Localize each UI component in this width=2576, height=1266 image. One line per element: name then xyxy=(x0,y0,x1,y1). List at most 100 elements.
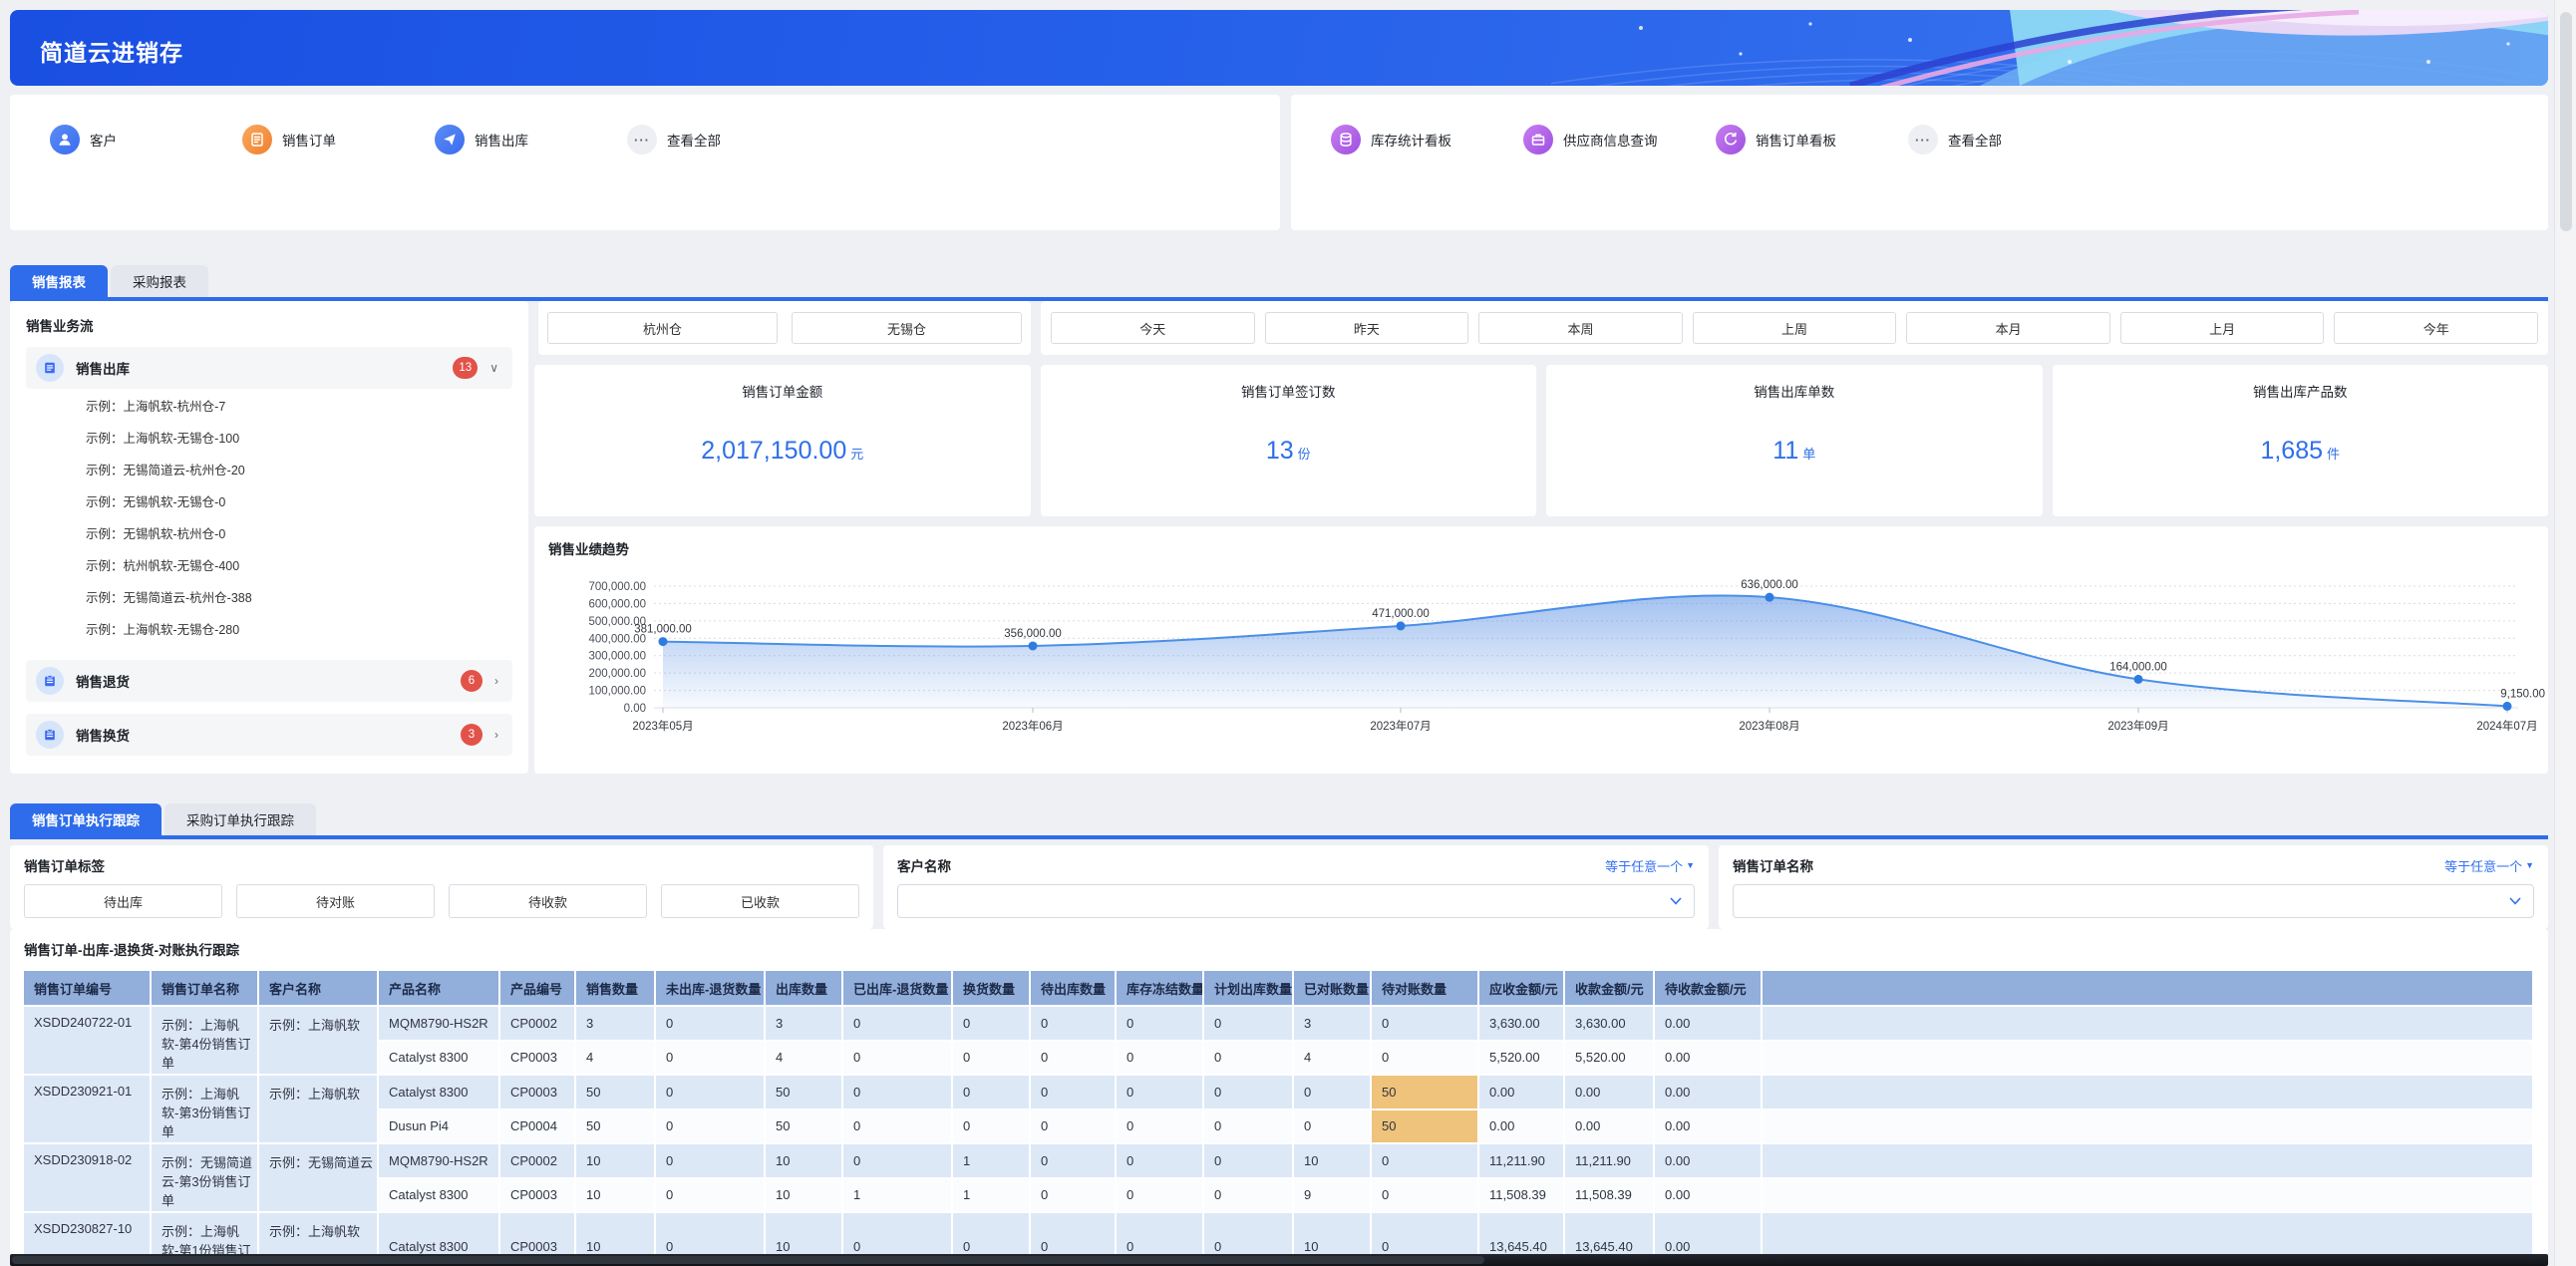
data-point xyxy=(1766,593,1774,602)
column-header: 已出库-退货数量 xyxy=(843,971,953,1007)
list-item[interactable]: 示例：上海帆软-杭州仓-7 xyxy=(26,391,512,423)
tab-purchase-report[interactable]: 采购报表 xyxy=(111,265,208,297)
warehouse-filter-button[interactable]: 杭州仓 xyxy=(547,312,778,344)
date-filter-button[interactable]: 今天 xyxy=(1051,312,1255,344)
horizontal-scrollbar[interactable] xyxy=(10,1254,2548,1266)
tab-sales-report[interactable]: 销售报表 xyxy=(10,265,108,297)
scrollbar-thumb[interactable] xyxy=(12,1256,1484,1264)
table-cell: 10 xyxy=(766,1179,843,1214)
date-filter-button[interactable]: 上周 xyxy=(1693,312,1897,344)
vertical-scrollbar[interactable] xyxy=(2554,0,2576,1266)
table-cell: 0 xyxy=(656,1179,766,1214)
operator-dropdown[interactable]: 等于任意一个▼ xyxy=(1605,856,1695,875)
table-cell: 50 xyxy=(1372,1076,1479,1110)
column-header: 出库数量 xyxy=(766,971,843,1007)
clipboard-icon xyxy=(36,667,64,695)
order-tag-button[interactable]: 已收款 xyxy=(661,884,859,918)
order-tracking-table: 销售订单编号销售订单名称客户名称产品名称产品编号销售数量未出库-退货数量出库数量… xyxy=(24,971,2534,1266)
tab-purchase-order-tracking[interactable]: 采购订单执行跟踪 xyxy=(164,803,316,835)
clipboard-icon xyxy=(36,721,64,749)
table-cell: 0 xyxy=(1204,1110,1294,1145)
list-item[interactable]: 示例：上海帆软-无锡仓-280 xyxy=(26,614,512,646)
list-item[interactable]: 示例：上海帆软-无锡仓-100 xyxy=(26,423,512,455)
table-cell: 10 xyxy=(766,1144,843,1179)
tab-sales-order-tracking[interactable]: 销售订单执行跟踪 xyxy=(10,803,161,835)
kpi-value: 1,685 xyxy=(2260,437,2323,466)
nav-item-inventory-dashboard[interactable]: 库存统计看板 xyxy=(1331,125,1523,155)
chevron-down-icon[interactable]: ∨ xyxy=(489,361,498,375)
order-tag-button[interactable]: 待收款 xyxy=(449,884,647,918)
badge: 13 xyxy=(453,357,478,379)
customer-cell: 示例：无锡简道云 xyxy=(259,1144,379,1213)
operator-dropdown[interactable]: 等于任意一个▼ xyxy=(2444,856,2534,875)
column-header: 库存冻结数量 xyxy=(1117,971,1204,1007)
table-cell: 10 xyxy=(576,1144,656,1179)
date-filter-button[interactable]: 本月 xyxy=(1906,312,2110,344)
nav-item-sales-order[interactable]: 销售订单 xyxy=(242,125,435,155)
table-cell: 0 xyxy=(953,1042,1031,1077)
table-cell: 11,211.90 xyxy=(1479,1144,1565,1179)
filter-label: 销售订单标签 xyxy=(24,855,105,875)
sidebar-group-sales-return[interactable]: 销售退货 6 › xyxy=(26,660,512,702)
table-cell: 0.00 xyxy=(1655,1110,1763,1145)
nav-label: 客户 xyxy=(90,130,117,150)
filter-label: 客户名称 xyxy=(897,855,951,875)
list-item[interactable]: 示例：无锡简道云-杭州仓-20 xyxy=(26,455,512,486)
table-cell: 0 xyxy=(1204,1179,1294,1214)
svg-text:700,000.00: 700,000.00 xyxy=(588,581,646,593)
nav-item-customer[interactable]: 客户 xyxy=(50,125,242,155)
table-cell: 0 xyxy=(1031,1179,1117,1214)
nav-item-supplier-query[interactable]: 供应商信息查询 xyxy=(1523,125,1716,155)
database-icon xyxy=(1331,125,1361,155)
list-item[interactable]: 示例：无锡帆软-杭州仓-0 xyxy=(26,518,512,550)
return-arrow-icon xyxy=(1716,125,1746,155)
table-cell: 4 xyxy=(1294,1042,1372,1077)
nav-item-view-all[interactable]: ··· 查看全部 xyxy=(1908,125,2100,155)
sidebar-group-sales-exchange[interactable]: 销售换货 3 › xyxy=(26,714,512,756)
warehouse-filter-button[interactable]: 无锡仓 xyxy=(792,312,1022,344)
svg-text:0.00: 0.00 xyxy=(624,703,646,715)
customer-cell: 示例：上海帆软 xyxy=(259,1076,379,1144)
sidebar-group-sales-outbound[interactable]: 销售出库 13 ∨ xyxy=(26,347,512,389)
svg-text:2023年07月: 2023年07月 xyxy=(1370,719,1431,733)
kpi-value: 13 xyxy=(1266,437,1294,466)
kpi-unit: 元 xyxy=(850,444,863,463)
kpi-title: 销售出库产品数 xyxy=(2053,381,2549,401)
list-item[interactable]: 示例：无锡简道云-杭州仓-388 xyxy=(26,582,512,614)
order-tracking-table-card: 销售订单-出库-退换货-对账执行跟踪 销售订单编号销售订单名称客户名称产品名称产… xyxy=(10,929,2548,1266)
date-filter-button[interactable]: 本周 xyxy=(1478,312,1683,344)
data-point xyxy=(2503,702,2512,711)
table-cell: 0 xyxy=(1117,1076,1204,1110)
list-item[interactable]: 示例：杭州帆软-无锡仓-400 xyxy=(26,550,512,582)
customer-select[interactable] xyxy=(897,884,1695,918)
date-filter-button[interactable]: 上月 xyxy=(2120,312,2325,344)
order-tag-button[interactable]: 待出库 xyxy=(24,884,222,918)
nav-item-sales-outbound[interactable]: 销售出库 xyxy=(435,125,627,155)
nav-item-sales-order-dashboard[interactable]: 销售订单看板 xyxy=(1716,125,1908,155)
table-cell: 0 xyxy=(953,1110,1031,1145)
nav-item-view-all[interactable]: ··· 查看全部 xyxy=(627,125,819,155)
column-header: 应收金额/元 xyxy=(1479,971,1565,1007)
table-cell: 5,520.00 xyxy=(1479,1042,1565,1077)
table-cell: 0 xyxy=(1294,1076,1372,1110)
column-header: 已对账数量 xyxy=(1294,971,1372,1007)
table-cell: CP0003 xyxy=(500,1042,576,1077)
table-cell: 3,630.00 xyxy=(1479,1007,1565,1042)
table-cell: 1 xyxy=(953,1144,1031,1179)
chevron-right-icon[interactable]: › xyxy=(494,728,498,742)
table-cell: 0 xyxy=(1031,1042,1117,1077)
chevron-right-icon[interactable]: › xyxy=(494,674,498,688)
date-filter-button[interactable]: 昨天 xyxy=(1265,312,1469,344)
list-item[interactable]: 示例：无锡帆软-无锡仓-0 xyxy=(26,486,512,518)
chevron-down-icon xyxy=(2509,897,2521,905)
send-icon xyxy=(435,125,465,155)
order-name-select[interactable] xyxy=(1733,884,2534,918)
table-cell: 5,520.00 xyxy=(1565,1042,1655,1077)
kpi-unit: 件 xyxy=(2327,444,2340,463)
kpi-value: 11 xyxy=(1772,437,1798,466)
scrollbar-thumb[interactable] xyxy=(2560,12,2572,231)
column-header: 客户名称 xyxy=(259,971,379,1007)
order-tag-button[interactable]: 待对账 xyxy=(236,884,435,918)
order-name-filter-card: 销售订单名称 等于任意一个▼ xyxy=(1719,845,2548,929)
date-filter-button[interactable]: 今年 xyxy=(2334,312,2538,344)
